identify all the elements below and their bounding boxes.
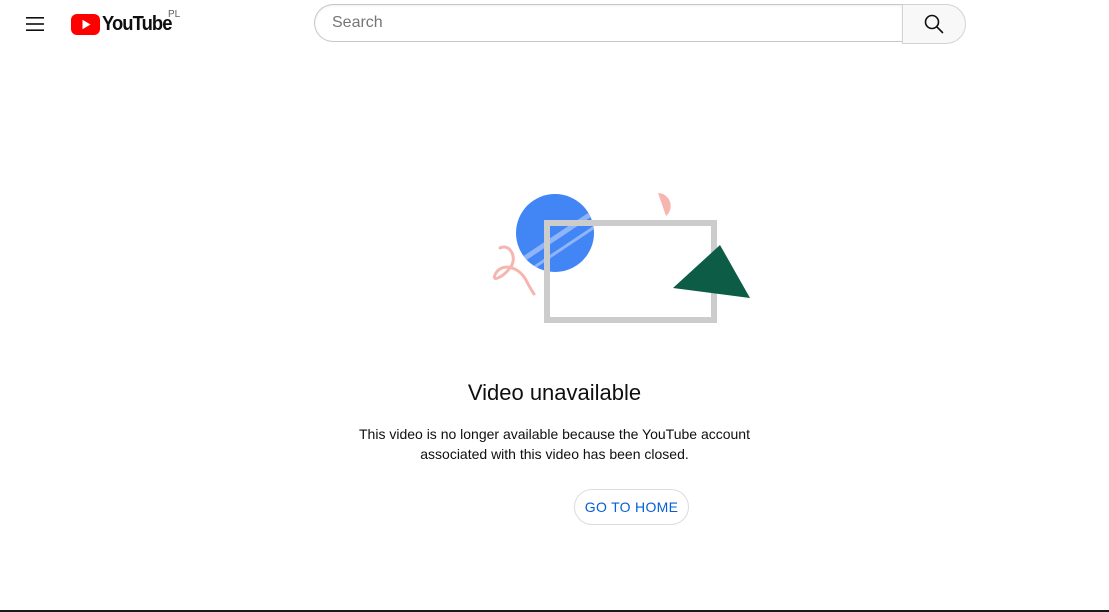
unavailable-illustration — [493, 193, 750, 323]
youtube-logo[interactable]: YouTube — [71, 13, 178, 35]
blue-circle-shape — [516, 194, 594, 272]
error-message: This video is no longer available becaus… — [0, 424, 1109, 464]
search-box — [314, 4, 902, 42]
search-icon — [924, 14, 944, 34]
error-title: Video unavailable — [467, 380, 642, 405]
search-button[interactable] — [902, 4, 966, 44]
logo-wordmark: YouTube — [102, 13, 172, 35]
country-code: PL — [168, 9, 181, 20]
green-triangle-shape — [673, 245, 750, 298]
pink-semicircle-shape — [658, 193, 671, 216]
search-input[interactable] — [330, 13, 902, 33]
masthead: YouTube PL — [0, 0, 1109, 48]
hamburger-menu-icon — [26, 17, 44, 31]
guide-menu-button[interactable] — [19, 8, 51, 40]
go-to-home-button[interactable]: GO TO HOME — [574, 489, 689, 525]
error-message-line-1: This video is no longer available becaus… — [359, 426, 750, 442]
error-message-line-2: associated with this video has been clos… — [420, 446, 689, 462]
youtube-play-icon — [71, 13, 100, 35]
